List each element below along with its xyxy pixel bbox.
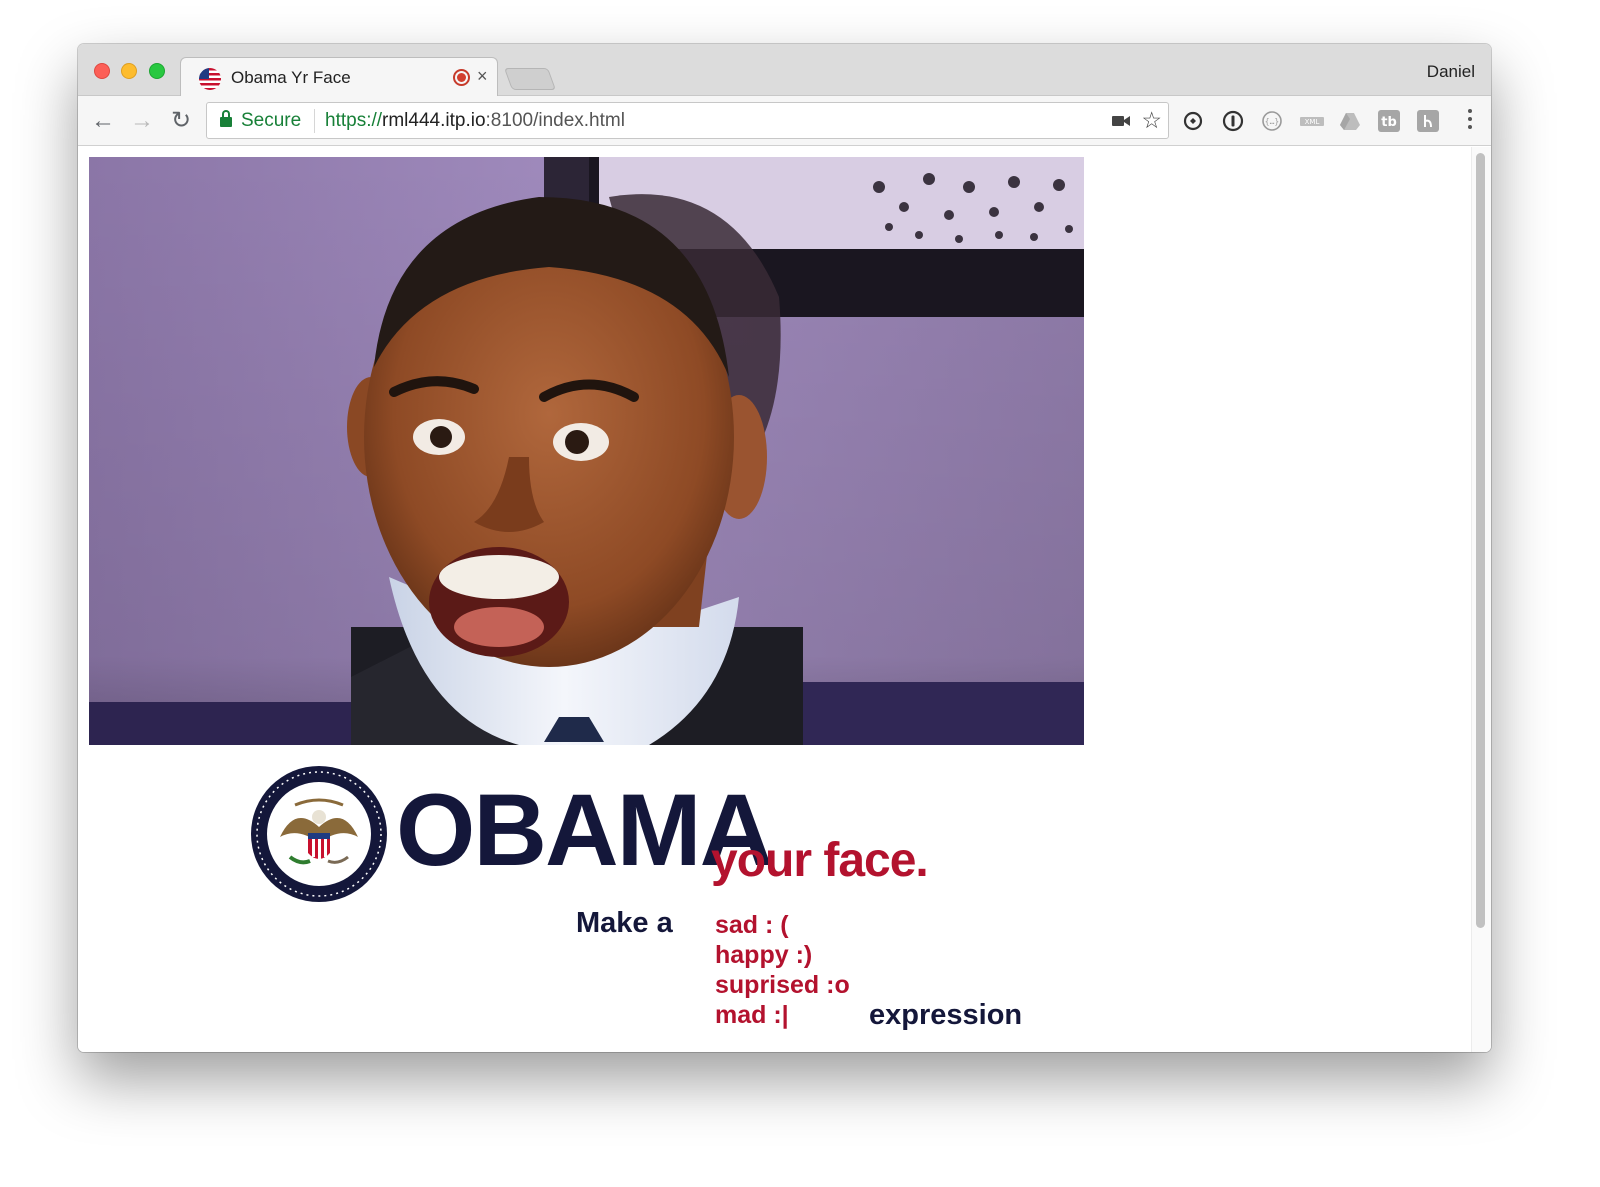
- json-viewer-icon[interactable]: {…}: [1260, 109, 1284, 133]
- anchor-icon[interactable]: [1416, 109, 1440, 133]
- forward-icon[interactable]: →: [129, 108, 155, 134]
- expression-mad: mad :|: [715, 1001, 789, 1029]
- us-flag-icon: [199, 68, 221, 90]
- svg-text:tb: tb: [1381, 115, 1397, 130]
- expression-list: sad : ( happy :) suprised :o mad :|: [715, 910, 850, 1030]
- sync-icon[interactable]: [1181, 109, 1205, 133]
- browser-toolbar: ← → ↻ Secure https://rml444.itp.io:8100/…: [78, 96, 1491, 146]
- webcam-face-composite: [89, 157, 1084, 745]
- svg-text:{…}: {…}: [1265, 117, 1279, 126]
- url-host: rml444.itp.io: [382, 110, 486, 131]
- expression-happy: happy :): [715, 941, 813, 969]
- expression-surprised: suprised :o: [715, 971, 850, 999]
- url-text[interactable]: https://rml444.itp.io:8100/index.html: [325, 110, 625, 132]
- expression-sad: sad : (: [715, 911, 789, 939]
- zoom-window-button[interactable]: [149, 63, 165, 79]
- reload-icon[interactable]: ↻: [168, 108, 194, 134]
- url-path: :8100/index.html: [485, 110, 625, 131]
- page-viewport: OBAMA your face. Make a sad : ( happy :)…: [78, 147, 1491, 1052]
- make-a-label: Make a: [576, 907, 673, 939]
- title-bar: Obama Yr Face × Daniel: [78, 44, 1491, 97]
- more-vert-icon[interactable]: [1467, 109, 1473, 133]
- close-tab-icon[interactable]: ×: [477, 66, 488, 87]
- star-icon[interactable]: ☆: [1141, 107, 1162, 134]
- presidential-seal-icon: [251, 766, 387, 902]
- tagline: your face.: [711, 834, 929, 887]
- drive-icon[interactable]: [1338, 109, 1362, 133]
- address-bar[interactable]: Secure https://rml444.itp.io:8100/index.…: [206, 102, 1169, 139]
- url-scheme: https://: [325, 110, 383, 131]
- minimize-window-button[interactable]: [121, 63, 137, 79]
- tab-title: Obama Yr Face: [231, 68, 351, 87]
- close-window-button[interactable]: [94, 63, 110, 79]
- camera-icon[interactable]: [1112, 114, 1130, 128]
- browser-window: Obama Yr Face × Daniel ← → ↻ Secure http…: [78, 44, 1491, 1052]
- expression-label: expression: [869, 999, 1023, 1031]
- xml-icon[interactable]: XML: [1298, 109, 1326, 133]
- profile-name[interactable]: Daniel: [1427, 62, 1475, 82]
- 1password-icon[interactable]: [1221, 109, 1245, 133]
- svg-text:XML: XML: [1305, 118, 1320, 126]
- scrollbar[interactable]: [1471, 147, 1491, 1052]
- omnibox-divider: [314, 109, 315, 133]
- back-icon[interactable]: ←: [90, 108, 116, 134]
- lock-icon: [220, 110, 232, 128]
- new-tab-button[interactable]: [503, 68, 557, 90]
- tab-obama-yr-face[interactable]: Obama Yr Face ×: [180, 57, 498, 97]
- tb-icon[interactable]: tb: [1377, 109, 1401, 133]
- secure-label: Secure: [241, 110, 302, 131]
- recording-icon: [453, 69, 470, 86]
- scrollbar-thumb[interactable]: [1476, 153, 1485, 928]
